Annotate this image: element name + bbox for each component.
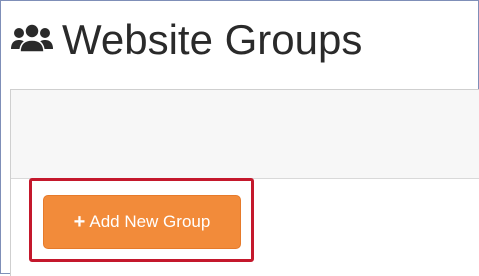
page-title: Website Groups xyxy=(62,16,363,63)
add-new-group-button[interactable]: + Add New Group xyxy=(43,195,241,249)
page-header: Website Groups xyxy=(10,10,362,70)
users-icon xyxy=(10,22,54,58)
add-new-group-label: Add New Group xyxy=(89,212,211,231)
plus-icon: + xyxy=(73,211,86,233)
panel-header xyxy=(11,90,479,179)
